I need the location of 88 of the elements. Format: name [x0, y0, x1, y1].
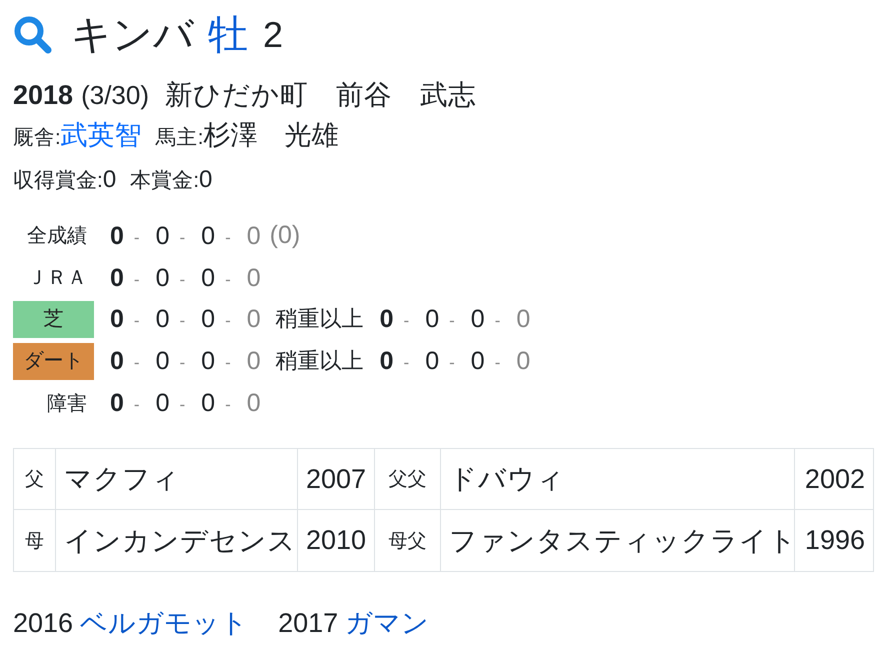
relation-cell: 母父: [374, 510, 440, 572]
sibling-year: 2017: [278, 606, 338, 640]
result-count: 0: [425, 304, 440, 334]
prize-label: 収得賞金:: [13, 168, 103, 194]
sex-label: 牡: [208, 12, 248, 59]
result-count: 0: [201, 304, 216, 334]
dash-separator: -: [179, 395, 186, 416]
prize-value: 0: [199, 165, 212, 195]
birth-date: (3/30): [81, 79, 149, 112]
dash-separator: -: [225, 395, 231, 416]
horse-name: キンバ: [71, 12, 194, 59]
year-cell: 2002: [794, 448, 874, 510]
horse-name-cell: インカンデセンス: [56, 510, 298, 572]
result-count: 0: [246, 262, 261, 293]
result-count: 0: [156, 346, 170, 376]
dash-separator: -: [494, 311, 500, 332]
dash-separator: -: [225, 228, 231, 248]
search-icon[interactable]: [14, 16, 52, 54]
dash-separator: -: [134, 395, 140, 416]
condition-label: 稍重以上: [276, 347, 364, 376]
result-count: 0: [380, 304, 394, 334]
result-count: 0: [470, 304, 485, 334]
result-count: 0: [156, 388, 170, 418]
dash-separator: -: [225, 311, 231, 332]
result-count: 0: [516, 346, 530, 376]
horse-name-cell: マクフィ: [56, 448, 298, 510]
dash-separator: -: [225, 270, 231, 290]
result-count: 0: [246, 346, 261, 376]
prize-label: 本賞金:: [130, 168, 200, 194]
record-label: 障害: [47, 392, 88, 417]
year-cell: 2010: [298, 510, 374, 572]
breeder-text: 新ひだか町 前谷 武志: [165, 78, 476, 112]
birth-year: 2018: [13, 79, 74, 112]
result-count: 0: [156, 220, 170, 251]
result-count: 0: [110, 304, 124, 334]
result-count: 0: [110, 388, 124, 418]
result-count: 0: [246, 388, 261, 418]
result-count: 0: [201, 262, 216, 293]
owner-name: 杉澤 光雄: [203, 119, 338, 152]
dash-separator: -: [179, 228, 186, 248]
result-count: 0: [156, 304, 170, 334]
track-tag: ダート: [13, 342, 94, 380]
dash-separator: -: [494, 353, 500, 374]
prize-value: 0: [102, 165, 116, 195]
result-count: 0: [380, 346, 394, 376]
dash-separator: -: [179, 311, 186, 332]
horse-name-cell: ファンタスティックライト: [440, 510, 794, 572]
condition-label: 稍重以上: [276, 305, 364, 334]
connection-label: 厩舎:: [13, 125, 61, 151]
year-cell: 1996: [794, 510, 874, 572]
record-label: 全成績: [27, 224, 88, 250]
record-label: ＪＲＡ: [27, 266, 88, 292]
dash-separator: -: [134, 270, 140, 290]
dash-separator: -: [134, 228, 140, 248]
dash-separator: -: [134, 353, 140, 374]
dash-separator: -: [404, 311, 410, 332]
dash-separator: -: [449, 353, 455, 374]
result-count: 0: [201, 220, 216, 251]
relation-cell: 父父: [374, 448, 440, 510]
year-cell: 2007: [298, 448, 374, 510]
relation-cell: 父: [14, 448, 56, 510]
dash-separator: -: [404, 353, 410, 374]
trainer-link[interactable]: 武英智: [60, 117, 142, 153]
result-count: 0: [110, 220, 124, 251]
age-label: 2: [263, 13, 284, 57]
sibling-link[interactable]: ガマン: [345, 604, 430, 641]
dash-separator: -: [134, 311, 140, 332]
horse-name-cell: ドバウィ: [440, 448, 794, 510]
sibling-link[interactable]: ベルガモット: [80, 604, 248, 641]
dash-separator: -: [449, 311, 455, 332]
result-count: 0: [110, 262, 124, 293]
record-note: (0): [270, 221, 300, 250]
sibling-year: 2016: [13, 606, 74, 640]
dash-separator: -: [179, 270, 186, 290]
result-count: 0: [246, 304, 261, 334]
result-count: 0: [516, 304, 530, 334]
result-count: 0: [425, 346, 440, 376]
connection-label: 馬主:: [156, 125, 204, 151]
relation-cell: 母: [14, 510, 56, 572]
result-count: 0: [156, 262, 170, 293]
result-count: 0: [246, 220, 261, 251]
track-tag: 芝: [13, 300, 94, 338]
result-count: 0: [201, 346, 216, 376]
dash-separator: -: [179, 353, 186, 374]
result-count: 0: [110, 346, 124, 376]
result-count: 0: [470, 346, 485, 376]
dash-separator: -: [225, 353, 231, 374]
result-count: 0: [201, 388, 216, 418]
